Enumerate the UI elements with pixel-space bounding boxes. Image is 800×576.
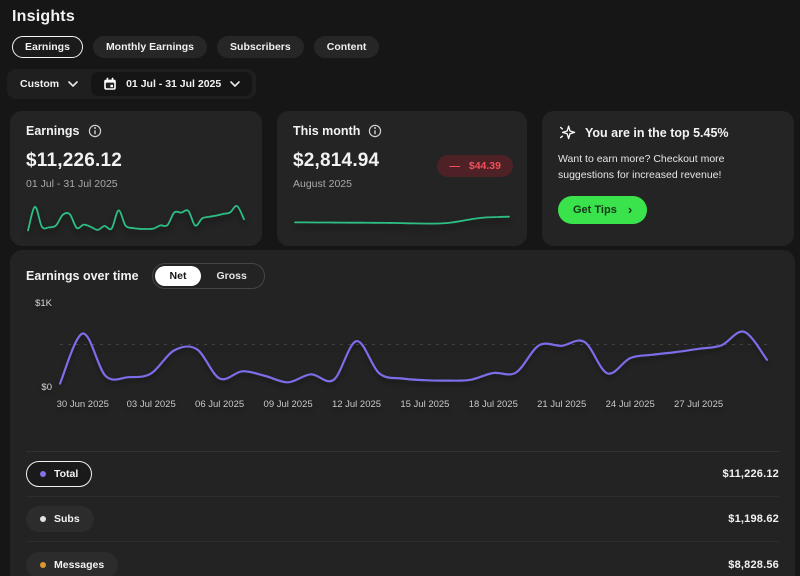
delta-sign: — bbox=[449, 160, 460, 172]
earnings-card: Earnings $11,226.12 01 Jul - 31 Jul 2025 bbox=[10, 111, 262, 246]
tab-subscribers[interactable]: Subscribers bbox=[217, 36, 304, 58]
chevron-down-icon bbox=[68, 81, 78, 87]
tab-content[interactable]: Content bbox=[313, 36, 380, 58]
svg-text:21 Jul 2025: 21 Jul 2025 bbox=[537, 399, 586, 410]
svg-text:15 Jul 2025: 15 Jul 2025 bbox=[400, 399, 449, 410]
this-month-period: August 2025 bbox=[293, 178, 352, 190]
this-month-card-title: This month bbox=[293, 124, 361, 138]
legend-label-total: Total bbox=[54, 468, 79, 480]
legend-value-total: $11,226.12 bbox=[722, 468, 779, 480]
tab-bar: Earnings Monthly Earnings Subscribers Co… bbox=[12, 36, 788, 58]
earnings-period: 01 Jul - 31 Jul 2025 bbox=[26, 178, 118, 190]
total-series-dot-icon bbox=[40, 471, 46, 477]
earnings-sparkline bbox=[27, 205, 245, 232]
date-range-label: 01 Jul - 31 Jul 2025 bbox=[126, 78, 222, 90]
tab-earnings[interactable]: Earnings bbox=[12, 36, 83, 58]
negative-delta-badge: — $44.39 bbox=[437, 155, 513, 177]
svg-text:27 Jul 2025: 27 Jul 2025 bbox=[674, 399, 723, 410]
svg-text:06 Jul 2025: 06 Jul 2025 bbox=[195, 399, 244, 410]
insights-header: Insights Earnings Monthly Earnings Subsc… bbox=[0, 0, 800, 99]
legend-pill-subs[interactable]: Subs bbox=[26, 506, 94, 532]
page-title: Insights bbox=[12, 8, 75, 25]
chevron-down-icon bbox=[230, 81, 241, 87]
this-month-card: This month $2,814.94 — $44.39 August 202… bbox=[277, 111, 527, 246]
svg-text:24 Jul 2025: 24 Jul 2025 bbox=[606, 399, 655, 410]
legend-row-total: Total $11,226.12 bbox=[26, 452, 779, 497]
calendar-icon bbox=[104, 77, 116, 90]
toggle-option-gross[interactable]: Gross bbox=[201, 266, 261, 286]
summary-cards: Earnings $11,226.12 01 Jul - 31 Jul 2025… bbox=[10, 111, 794, 246]
legend-pill-messages[interactable]: Messages bbox=[26, 551, 119, 576]
date-preset-label: Custom bbox=[20, 78, 60, 90]
get-tips-button[interactable]: Get Tips › bbox=[558, 195, 648, 224]
toggle-option-net[interactable]: Net bbox=[154, 266, 202, 286]
net-gross-toggle: Net Gross bbox=[151, 263, 265, 289]
earnings-over-time-panel: Earnings over time Net Gross $1K $0 30 Jun… bbox=[10, 250, 795, 576]
legend-row-messages: Messages $8,828.56 bbox=[26, 542, 779, 576]
earnings-card-title: Earnings bbox=[26, 124, 80, 138]
info-icon[interactable] bbox=[88, 124, 102, 138]
legend-value-subs: $1,198.62 bbox=[728, 513, 779, 525]
delta-value: $44.39 bbox=[468, 160, 501, 172]
tips-title: You are in the top 5.45% bbox=[585, 126, 729, 140]
messages-series-dot-icon bbox=[40, 561, 46, 568]
date-preset-dropdown[interactable]: Custom bbox=[7, 78, 91, 90]
date-range-selector[interactable]: 01 Jul - 31 Jul 2025 bbox=[91, 72, 253, 96]
svg-text:$0: $0 bbox=[41, 382, 52, 393]
tips-card: You are in the top 5.45% Want to earn mo… bbox=[542, 111, 794, 246]
sparkle-icon bbox=[559, 125, 576, 140]
svg-text:09 Jul 2025: 09 Jul 2025 bbox=[264, 399, 313, 410]
svg-text:$1K: $1K bbox=[35, 298, 53, 309]
earnings-amount: $11,226.12 bbox=[26, 150, 123, 171]
legend-label-subs: Subs bbox=[54, 513, 80, 525]
tab-monthly-earnings[interactable]: Monthly Earnings bbox=[92, 36, 208, 58]
chevron-right-icon: › bbox=[627, 201, 633, 217]
svg-text:03 Jul 2025: 03 Jul 2025 bbox=[127, 399, 176, 410]
svg-text:12 Jul 2025: 12 Jul 2025 bbox=[332, 399, 381, 410]
svg-text:30 Jun 2025: 30 Jun 2025 bbox=[57, 399, 109, 410]
series-legend: Total $11,226.12 Subs $1,198.62 Messages… bbox=[26, 451, 779, 576]
get-tips-label: Get Tips bbox=[573, 203, 617, 216]
legend-pill-total[interactable]: Total bbox=[26, 461, 93, 487]
svg-text:18 Jul 2025: 18 Jul 2025 bbox=[469, 399, 518, 410]
legend-row-subs: Subs $1,198.62 bbox=[26, 497, 779, 542]
panel-title: Earnings over time bbox=[26, 269, 139, 283]
subs-series-dot-icon bbox=[40, 516, 46, 522]
info-icon[interactable] bbox=[368, 124, 382, 138]
this-month-sparkline bbox=[294, 215, 510, 225]
tips-body: Want to earn more? Checkout more suggest… bbox=[558, 153, 725, 181]
earnings-line-chart: $1K $0 30 Jun 2025 03 Jul 2025 06 Jul 2025 09… bbox=[35, 298, 769, 410]
legend-label-messages: Messages bbox=[54, 558, 105, 571]
legend-value-messages: $8,828.56 bbox=[728, 558, 779, 571]
date-filter: Custom 01 Jul - 31 Jul 2025 bbox=[7, 69, 257, 99]
